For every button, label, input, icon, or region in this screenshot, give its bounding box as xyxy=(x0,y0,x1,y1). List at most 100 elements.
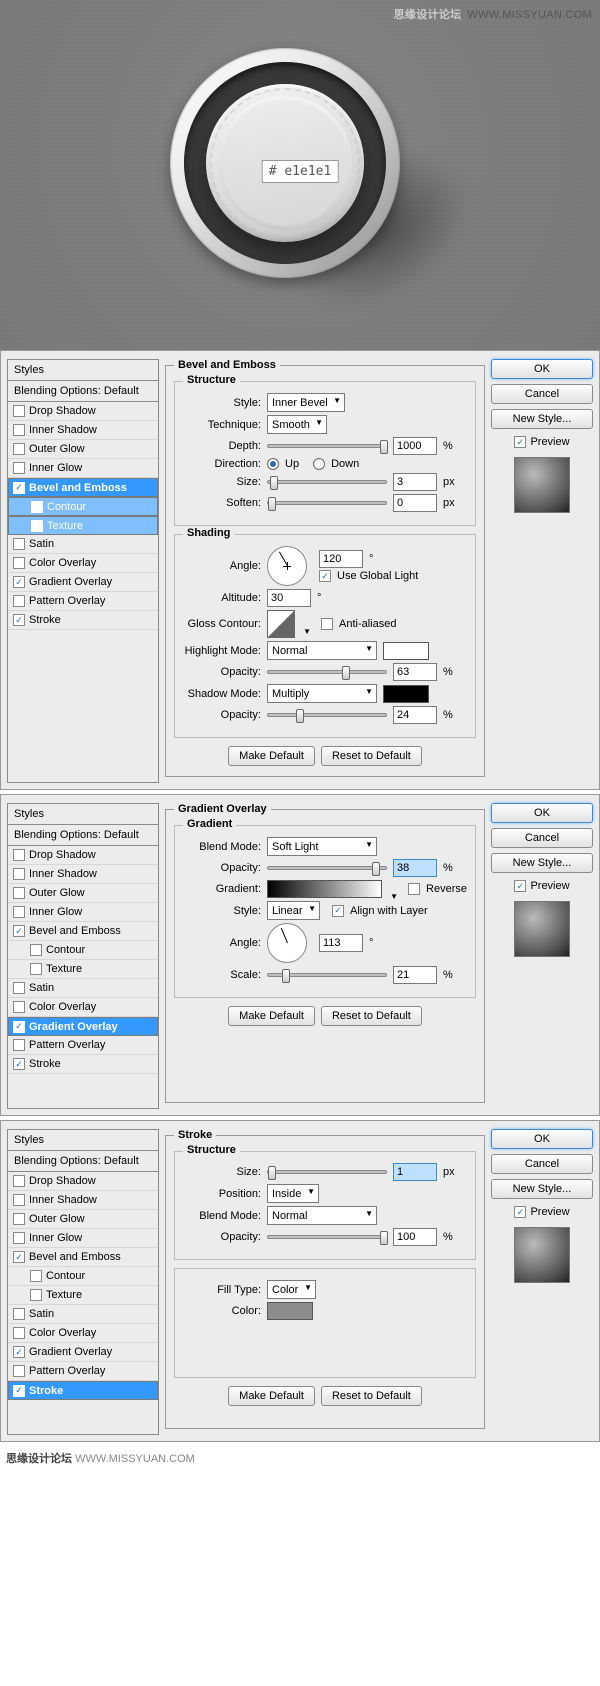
new-style-button[interactable]: New Style... xyxy=(491,853,593,873)
altitude-input[interactable] xyxy=(267,589,311,607)
style-contour[interactable]: Contour xyxy=(8,941,158,960)
cancel-button[interactable]: Cancel xyxy=(491,384,593,404)
stroke-color-swatch[interactable] xyxy=(267,1302,313,1320)
angle-dial[interactable] xyxy=(267,546,307,586)
highlight-opacity-slider[interactable] xyxy=(267,670,387,674)
global-light-checkbox[interactable] xyxy=(319,570,331,582)
blending-options-header[interactable]: Blending Options: Default xyxy=(8,381,158,402)
style-stroke[interactable]: Stroke xyxy=(8,1055,158,1074)
style-satin[interactable]: Satin xyxy=(8,535,158,554)
style-color-overlay[interactable]: Color Overlay xyxy=(8,554,158,573)
style-bevel-emboss[interactable]: Bevel and Emboss xyxy=(8,922,158,941)
gloss-contour-swatch[interactable] xyxy=(267,610,295,638)
style-gradient-overlay[interactable]: Gradient Overlay xyxy=(8,1017,158,1036)
reset-default-button[interactable]: Reset to Default xyxy=(321,1386,422,1406)
style-outer-glow[interactable]: Outer Glow xyxy=(8,440,158,459)
style-texture[interactable]: Texture xyxy=(8,1286,158,1305)
new-style-button[interactable]: New Style... xyxy=(491,1179,593,1199)
highlight-color-swatch[interactable] xyxy=(383,642,429,660)
angle-input[interactable] xyxy=(319,550,363,568)
opacity-slider[interactable] xyxy=(267,866,387,870)
style-stroke[interactable]: Stroke xyxy=(8,611,158,630)
size-slider[interactable] xyxy=(267,480,387,484)
ok-button[interactable]: OK xyxy=(491,1129,593,1149)
technique-select[interactable]: Smooth xyxy=(267,415,327,434)
style-gradient-overlay[interactable]: Gradient Overlay xyxy=(8,1343,158,1362)
style-pattern-overlay[interactable]: Pattern Overlay xyxy=(8,1362,158,1381)
position-select[interactable]: Inside xyxy=(267,1184,319,1203)
preview-checkbox[interactable] xyxy=(514,880,526,892)
stroke-opacity-slider[interactable] xyxy=(267,1235,387,1239)
scale-slider[interactable] xyxy=(267,973,387,977)
style-satin[interactable]: Satin xyxy=(8,1305,158,1324)
new-style-button[interactable]: New Style... xyxy=(491,409,593,429)
style-drop-shadow[interactable]: Drop Shadow xyxy=(8,1172,158,1191)
shadow-opacity-slider[interactable] xyxy=(267,713,387,717)
shadow-color-swatch[interactable] xyxy=(383,685,429,703)
style-gradient-overlay[interactable]: Gradient Overlay xyxy=(8,573,158,592)
reset-default-button[interactable]: Reset to Default xyxy=(321,746,422,766)
style-inner-shadow[interactable]: Inner Shadow xyxy=(8,1191,158,1210)
style-inner-glow[interactable]: Inner Glow xyxy=(8,1229,158,1248)
antialias-checkbox[interactable] xyxy=(321,618,333,630)
direction-down-radio[interactable] xyxy=(313,458,325,470)
style-color-overlay[interactable]: Color Overlay xyxy=(8,1324,158,1343)
preview-checkbox[interactable] xyxy=(514,1206,526,1218)
stroke-size-slider[interactable] xyxy=(267,1170,387,1174)
depth-slider[interactable] xyxy=(267,444,387,448)
style-inner-glow[interactable]: Inner Glow xyxy=(8,459,158,478)
make-default-button[interactable]: Make Default xyxy=(228,1006,315,1026)
cancel-button[interactable]: Cancel xyxy=(491,1154,593,1174)
ok-button[interactable]: OK xyxy=(491,803,593,823)
highlight-opacity-input[interactable] xyxy=(393,663,437,681)
style-texture[interactable]: Texture xyxy=(8,960,158,979)
preview-swatch xyxy=(514,1227,570,1283)
gradient-swatch[interactable] xyxy=(267,880,382,898)
angle-input[interactable] xyxy=(319,934,363,952)
blend-mode-select[interactable]: Soft Light xyxy=(267,837,377,856)
shadow-mode-select[interactable]: Multiply xyxy=(267,684,377,703)
style-contour[interactable]: Contour xyxy=(8,1267,158,1286)
highlight-mode-select[interactable]: Normal xyxy=(267,641,377,660)
gradient-style-select[interactable]: Linear xyxy=(267,901,320,920)
style-satin[interactable]: Satin xyxy=(8,979,158,998)
style-bevel-emboss[interactable]: Bevel and Emboss xyxy=(8,478,158,497)
style-pattern-overlay[interactable]: Pattern Overlay xyxy=(8,592,158,611)
style-drop-shadow[interactable]: Drop Shadow xyxy=(8,402,158,421)
style-select[interactable]: Inner Bevel xyxy=(267,393,345,412)
soften-slider[interactable] xyxy=(267,501,387,505)
altitude-label: Altitude: xyxy=(183,592,261,604)
size-input[interactable] xyxy=(393,473,437,491)
preview-checkbox[interactable] xyxy=(514,436,526,448)
stroke-size-input[interactable] xyxy=(393,1163,437,1181)
make-default-button[interactable]: Make Default xyxy=(228,1386,315,1406)
fill-type-select[interactable]: Color xyxy=(267,1280,316,1299)
style-outer-glow[interactable]: Outer Glow xyxy=(8,1210,158,1229)
direction-up-radio[interactable] xyxy=(267,458,279,470)
make-default-button[interactable]: Make Default xyxy=(228,746,315,766)
style-inner-shadow[interactable]: Inner Shadow xyxy=(8,865,158,884)
opacity-input[interactable] xyxy=(393,859,437,877)
style-texture[interactable]: Texture xyxy=(8,516,158,535)
depth-input[interactable] xyxy=(393,437,437,455)
align-layer-checkbox[interactable] xyxy=(332,905,344,917)
stroke-blend-select[interactable]: Normal xyxy=(267,1206,377,1225)
stroke-opacity-input[interactable] xyxy=(393,1228,437,1246)
soften-input[interactable] xyxy=(393,494,437,512)
scale-input[interactable] xyxy=(393,966,437,984)
ok-button[interactable]: OK xyxy=(491,359,593,379)
style-inner-shadow[interactable]: Inner Shadow xyxy=(8,421,158,440)
style-inner-glow[interactable]: Inner Glow xyxy=(8,903,158,922)
style-drop-shadow[interactable]: Drop Shadow xyxy=(8,846,158,865)
reset-default-button[interactable]: Reset to Default xyxy=(321,1006,422,1026)
angle-dial[interactable] xyxy=(267,923,307,963)
style-contour[interactable]: Contour xyxy=(8,497,158,516)
style-outer-glow[interactable]: Outer Glow xyxy=(8,884,158,903)
reverse-checkbox[interactable] xyxy=(408,883,420,895)
style-stroke[interactable]: Stroke xyxy=(8,1381,158,1400)
style-pattern-overlay[interactable]: Pattern Overlay xyxy=(8,1036,158,1055)
cancel-button[interactable]: Cancel xyxy=(491,828,593,848)
shadow-opacity-input[interactable] xyxy=(393,706,437,724)
style-color-overlay[interactable]: Color Overlay xyxy=(8,998,158,1017)
style-bevel-emboss[interactable]: Bevel and Emboss xyxy=(8,1248,158,1267)
